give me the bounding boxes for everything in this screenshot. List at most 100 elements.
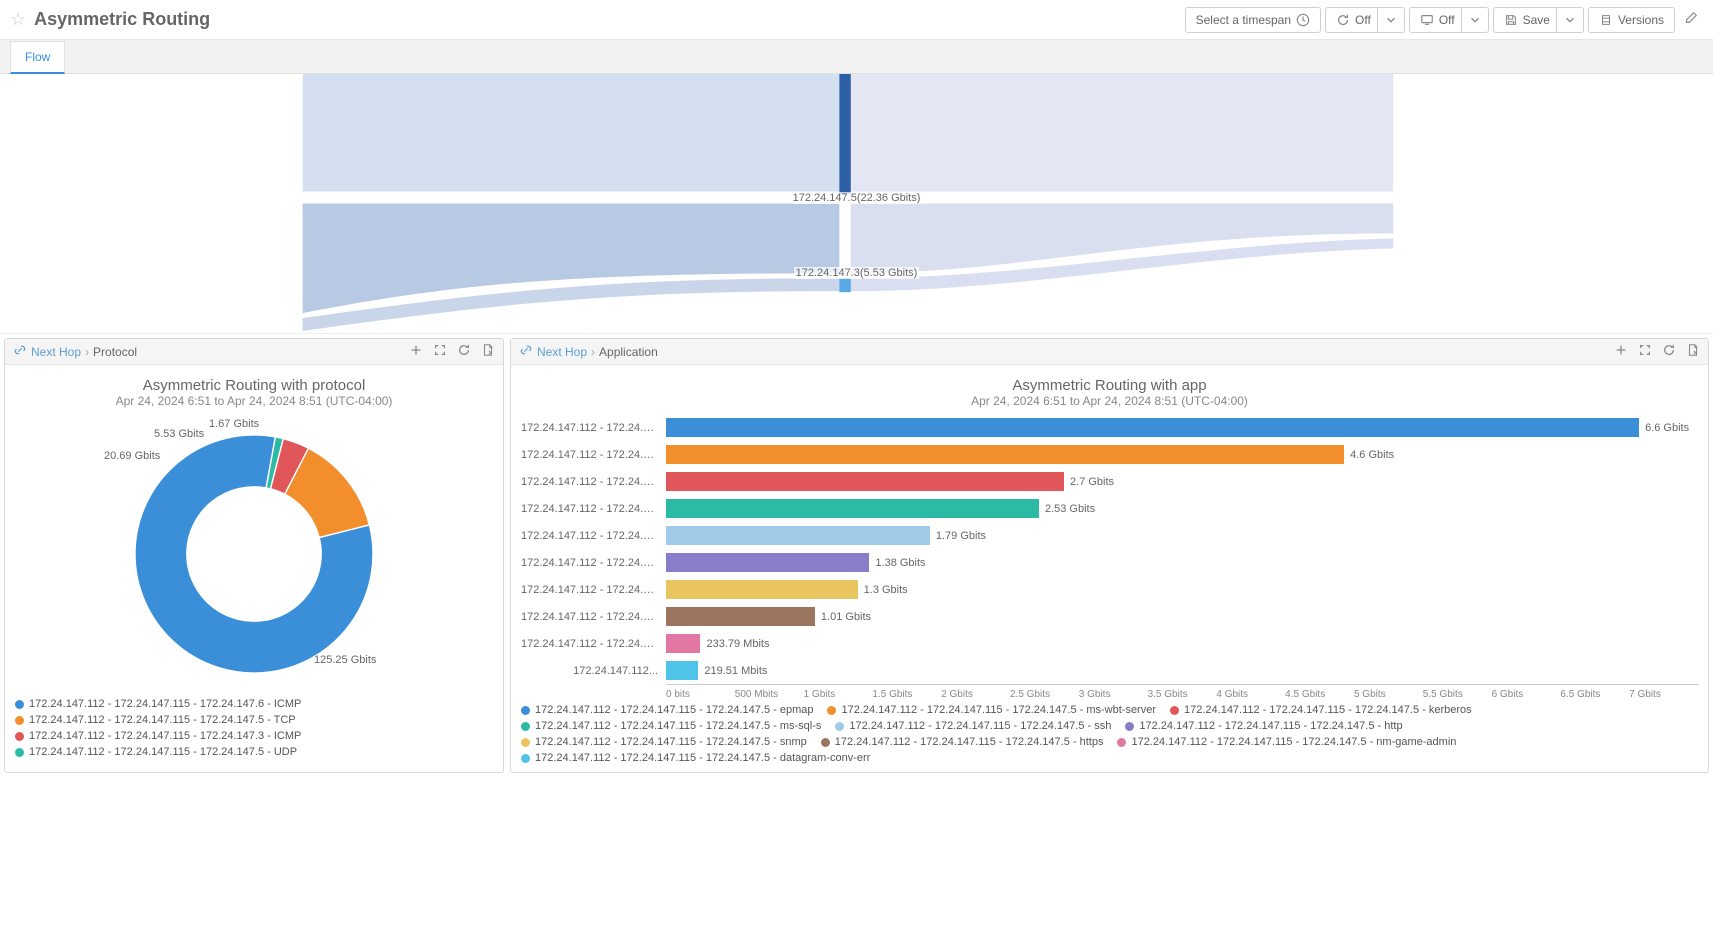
bar-category: 172.24.147.112 - 172.24.147.1... xyxy=(521,530,666,542)
sankey-node-label-2: 172.24.147.3(5.53 Gbits) xyxy=(794,267,920,279)
export-icon[interactable] xyxy=(481,343,495,360)
sankey-node-label-1: 172.24.147.5(22.36 Gbits) xyxy=(791,192,923,204)
bar-fill: 2.7 Gbits xyxy=(666,472,1064,491)
bar-track[interactable]: 233.79 Mbits xyxy=(666,634,1698,653)
save-button[interactable]: Save xyxy=(1493,7,1561,33)
bar-row: 172.24.147.112 - 172.24.147.1... 1.38 Gb… xyxy=(521,549,1698,576)
crumb-protocol: Protocol xyxy=(93,345,137,359)
x-tick: 3.5 Gbits xyxy=(1148,689,1217,700)
add-icon[interactable] xyxy=(1614,343,1628,360)
x-tick: 7 Gbits xyxy=(1629,689,1698,700)
legend-item[interactable]: 172.24.147.112 - 172.24.147.115 - 172.24… xyxy=(15,730,493,742)
swatch-icon xyxy=(15,748,24,757)
legend-item[interactable]: 172.24.147.112 - 172.24.147.115 - 172.24… xyxy=(1170,704,1472,716)
display-dropdown[interactable] xyxy=(1461,7,1489,33)
bar-track[interactable]: 2.7 Gbits xyxy=(666,472,1698,491)
bar-fill: 1.01 Gbits xyxy=(666,607,815,626)
legend-item[interactable]: 172.24.147.112 - 172.24.147.115 - 172.24… xyxy=(521,752,870,764)
bar-fill: 219.51 Mbits xyxy=(666,661,698,680)
crumb-next-hop[interactable]: Next Hop xyxy=(537,345,587,359)
bar-fill: 1.3 Gbits xyxy=(666,580,858,599)
refresh-dropdown[interactable] xyxy=(1377,7,1405,33)
legend-item[interactable]: 172.24.147.112 - 172.24.147.115 - 172.24… xyxy=(521,720,821,732)
add-icon[interactable] xyxy=(409,343,423,360)
x-tick: 500 Mbits xyxy=(735,689,804,700)
crumb-application: Application xyxy=(599,345,658,359)
donut-label-c: 5.53 Gbits xyxy=(154,428,204,440)
chevron-down-icon xyxy=(1468,13,1482,27)
page-title: Asymmetric Routing xyxy=(34,9,210,30)
bar-category: 172.24.147.112 - 172.24.147.1... xyxy=(521,422,666,434)
swatch-icon xyxy=(15,716,24,725)
legend-item[interactable]: 172.24.147.112 - 172.24.147.115 - 172.24… xyxy=(821,736,1104,748)
edit-button[interactable] xyxy=(1679,6,1703,33)
bar-value: 6.6 Gbits xyxy=(1645,422,1689,434)
bar-fill: 4.6 Gbits xyxy=(666,445,1344,464)
tabs-bar: Flow xyxy=(0,40,1713,74)
legend-item[interactable]: 172.24.147.112 - 172.24.147.115 - 172.24… xyxy=(1117,736,1456,748)
panel-protocol-subtitle: Apr 24, 2024 6:51 to Apr 24, 2024 8:51 (… xyxy=(15,394,493,408)
legend-application: 172.24.147.112 - 172.24.147.115 - 172.24… xyxy=(521,700,1698,768)
refresh-off-button[interactable]: Off xyxy=(1325,7,1382,33)
expand-icon[interactable] xyxy=(433,343,447,360)
bar-track[interactable]: 2.53 Gbits xyxy=(666,499,1698,518)
legend-item[interactable]: 172.24.147.112 - 172.24.147.115 - 172.24… xyxy=(15,714,493,726)
bar-chart: 172.24.147.112 - 172.24.147.1... 6.6 Gbi… xyxy=(521,414,1698,700)
x-tick: 4.5 Gbits xyxy=(1285,689,1354,700)
swatch-icon xyxy=(521,722,530,731)
swatch-icon xyxy=(835,722,844,731)
legend-item[interactable]: 172.24.147.112 - 172.24.147.115 - 172.24… xyxy=(521,704,813,716)
donut-label-b: 20.69 Gbits xyxy=(104,450,160,462)
refresh-icon[interactable] xyxy=(457,343,471,360)
x-axis: 0 bits500 Mbits1 Gbits1.5 Gbits2 Gbits2.… xyxy=(666,684,1698,700)
bar-fill: 1.38 Gbits xyxy=(666,553,869,572)
panel-protocol-title: Asymmetric Routing with protocol xyxy=(15,377,493,394)
legend-item[interactable]: 172.24.147.112 - 172.24.147.115 - 172.24… xyxy=(521,736,807,748)
bar-row: 172.24.147.112... 219.51 Mbits xyxy=(521,657,1698,684)
bar-row: 172.24.147.112 - 172.24.147.1... 2.53 Gb… xyxy=(521,495,1698,522)
bar-row: 172.24.147.112 - 172.24.147.1... 4.6 Gbi… xyxy=(521,441,1698,468)
legend-item[interactable]: 172.24.147.112 - 172.24.147.115 - 172.24… xyxy=(827,704,1156,716)
tab-flow[interactable]: Flow xyxy=(10,41,65,74)
favorite-star-icon[interactable]: ☆ xyxy=(10,9,26,30)
bar-track[interactable]: 1.79 Gbits xyxy=(666,526,1698,545)
versions-button[interactable]: Versions xyxy=(1588,7,1675,33)
bar-value: 4.6 Gbits xyxy=(1350,449,1394,461)
crumb-next-hop[interactable]: Next Hop xyxy=(31,345,81,359)
bar-track[interactable]: 1.38 Gbits xyxy=(666,553,1698,572)
bar-value: 1.01 Gbits xyxy=(821,611,871,623)
link-icon xyxy=(519,343,533,360)
panel-application: Next Hop › Application Asymmetric Routin… xyxy=(510,338,1709,773)
expand-icon[interactable] xyxy=(1638,343,1652,360)
legend-item[interactable]: 172.24.147.112 - 172.24.147.115 - 172.24… xyxy=(15,698,493,710)
timespan-button[interactable]: Select a timespan xyxy=(1185,7,1321,33)
save-dropdown[interactable] xyxy=(1556,7,1584,33)
bar-track[interactable]: 6.6 Gbits xyxy=(666,418,1698,437)
bar-row: 172.24.147.112 - 172.24.147.1... 2.7 Gbi… xyxy=(521,468,1698,495)
donut-chart: 125.25 Gbits 20.69 Gbits 5.53 Gbits 1.67… xyxy=(114,414,394,694)
bar-track[interactable]: 1.01 Gbits xyxy=(666,607,1698,626)
chevron-right-icon: › xyxy=(85,345,89,359)
bar-row: 172.24.147.112 - 172.24.147.1... 1.01 Gb… xyxy=(521,603,1698,630)
bar-track[interactable]: 219.51 Mbits xyxy=(666,661,1698,680)
bar-row: 172.24.147.112 - 172.24.147.1... 233.79 … xyxy=(521,630,1698,657)
x-tick: 5 Gbits xyxy=(1354,689,1423,700)
refresh-icon[interactable] xyxy=(1662,343,1676,360)
export-icon[interactable] xyxy=(1686,343,1700,360)
x-tick: 1.5 Gbits xyxy=(872,689,941,700)
donut-label-d: 1.67 Gbits xyxy=(209,418,259,430)
display-off-button[interactable]: Off xyxy=(1409,7,1466,33)
page-header: ☆ Asymmetric Routing Select a timespan O… xyxy=(0,0,1713,40)
bar-fill: 1.79 Gbits xyxy=(666,526,930,545)
panel-app-header: Next Hop › Application xyxy=(511,339,1708,365)
swatch-icon xyxy=(1170,706,1179,715)
pencil-icon xyxy=(1684,11,1698,25)
bar-track[interactable]: 1.3 Gbits xyxy=(666,580,1698,599)
legend-item[interactable]: 172.24.147.112 - 172.24.147.115 - 172.24… xyxy=(15,746,493,758)
bar-track[interactable]: 4.6 Gbits xyxy=(666,445,1698,464)
bar-value: 219.51 Mbits xyxy=(704,665,767,677)
legend-item[interactable]: 172.24.147.112 - 172.24.147.115 - 172.24… xyxy=(835,720,1111,732)
x-tick: 6.5 Gbits xyxy=(1560,689,1629,700)
bar-fill: 233.79 Mbits xyxy=(666,634,700,653)
legend-item[interactable]: 172.24.147.112 - 172.24.147.115 - 172.24… xyxy=(1125,720,1402,732)
